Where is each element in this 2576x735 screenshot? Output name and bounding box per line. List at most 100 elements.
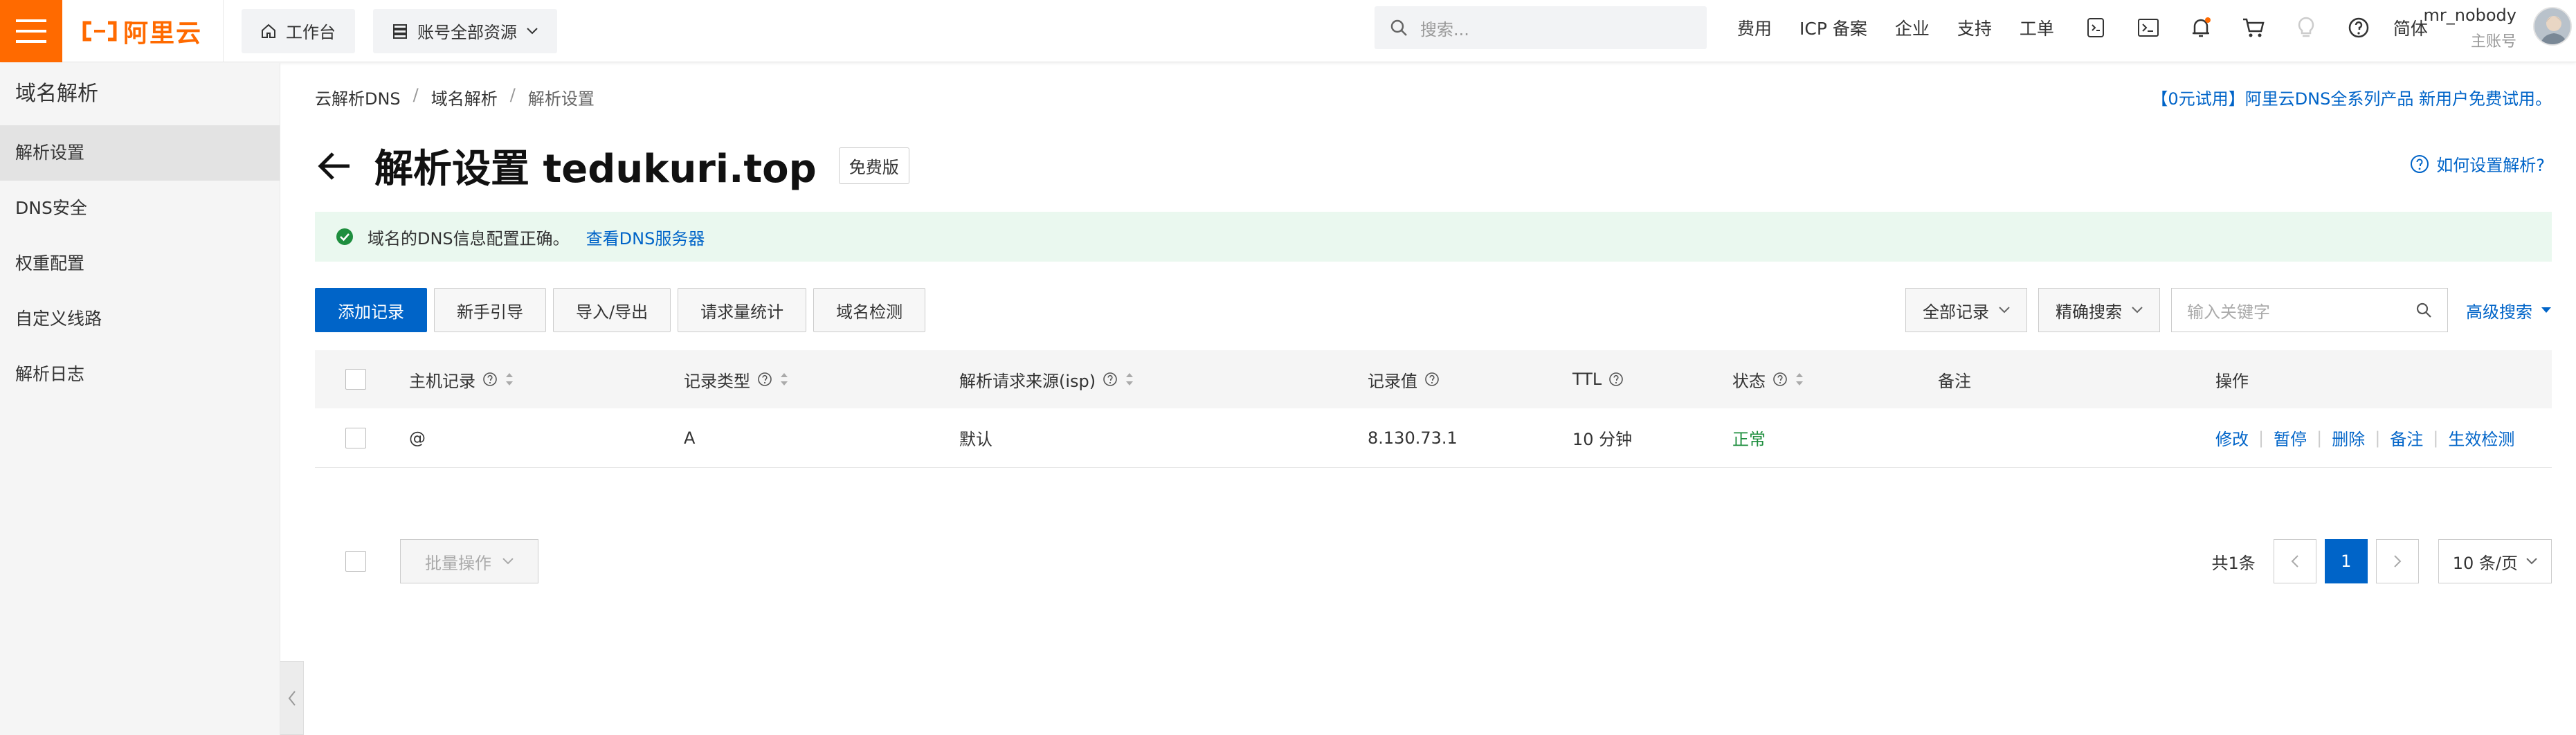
- column-type-label: 记录类型: [684, 371, 750, 391]
- workbench-label: 工作台: [286, 23, 336, 42]
- select-all-checkbox[interactable]: [345, 369, 366, 390]
- request-stats-button[interactable]: 请求量统计: [678, 288, 807, 332]
- help-circle-icon[interactable]: [2345, 14, 2373, 42]
- row-checkbox[interactable]: [345, 427, 366, 448]
- support-link[interactable]: 支持: [1957, 15, 1992, 40]
- icp-filing-link[interactable]: ICP 备案: [1799, 15, 1867, 40]
- breadcrumb-item-domain-resolution[interactable]: 域名解析: [431, 85, 498, 109]
- enterprise-link[interactable]: 企业: [1895, 15, 1930, 40]
- breadcrumb-separator: /: [412, 85, 419, 105]
- breadcrumb: 云解析DNS / 域名解析 / 解析设置: [315, 85, 595, 109]
- free-trial-promo-link[interactable]: 【0元试用】阿里云DNS全系列产品 新用户免费试用。: [2151, 85, 2552, 109]
- total-count: 共1条: [2211, 553, 2256, 573]
- workbench-button[interactable]: 工作台: [242, 8, 356, 53]
- terminal-icon[interactable]: [2134, 14, 2162, 42]
- notification-bell-icon[interactable]: [2187, 14, 2215, 42]
- table-row: @ A 默认 8.130.73.1 10 分钟 正常 修改 | 暂停 | 删除 …: [315, 408, 2552, 468]
- chevron-left-icon: [288, 690, 296, 706]
- advanced-search-label: 高级搜索: [2466, 302, 2532, 322]
- sidebar-item-dns-log[interactable]: 解析日志: [0, 347, 280, 402]
- question-circle-icon[interactable]: [757, 372, 772, 387]
- sidebar-item-dns-security[interactable]: DNS安全: [0, 181, 280, 236]
- question-circle-icon[interactable]: [482, 372, 498, 387]
- breadcrumb-item-cloud-dns[interactable]: 云解析DNS: [315, 85, 401, 109]
- resource-group-selector[interactable]: 账号全部资源: [373, 8, 558, 53]
- page-size-select[interactable]: 10 条/页: [2438, 539, 2552, 583]
- how-to-configure-link[interactable]: 如何设置解析?: [2410, 152, 2545, 176]
- chevron-down-icon: [527, 27, 538, 34]
- action-toolbar: 添加记录 新手引导 导入/导出 请求量统计 域名检测: [315, 288, 926, 332]
- billing-link[interactable]: 费用: [1737, 15, 1772, 40]
- avatar[interactable]: [2533, 7, 2572, 46]
- sort-icon[interactable]: [1125, 370, 1134, 388]
- footer-select-all-checkbox[interactable]: [345, 551, 366, 572]
- divider: |: [2316, 428, 2323, 448]
- beginner-guide-button[interactable]: 新手引导: [434, 288, 546, 332]
- domain-check-button[interactable]: 域名检测: [813, 288, 926, 332]
- alert-message: 域名的DNS信息配置正确。: [368, 228, 570, 248]
- sort-icon[interactable]: [1795, 370, 1804, 388]
- sort-icon[interactable]: [505, 370, 514, 388]
- question-circle-icon: [2411, 154, 2429, 173]
- question-circle-icon[interactable]: [1772, 372, 1788, 387]
- add-record-button[interactable]: 添加记录: [315, 288, 427, 332]
- cell-isp: 默认: [959, 430, 992, 449]
- batch-operations-button[interactable]: 批量操作: [400, 539, 538, 583]
- edit-record-link[interactable]: 修改: [2215, 426, 2249, 450]
- cell-type: A: [684, 428, 696, 448]
- edition-badge: 免费版: [838, 147, 909, 184]
- search-icon: [1390, 19, 1407, 36]
- search-icon[interactable]: [2415, 302, 2432, 318]
- check-circle-icon: [336, 228, 353, 245]
- column-type[interactable]: 记录类型: [684, 350, 789, 408]
- column-isp-label: 解析请求来源(isp): [959, 371, 1096, 391]
- import-export-button[interactable]: 导入/导出: [553, 288, 671, 332]
- chevron-down-icon: [2526, 558, 2537, 565]
- shopping-cart-icon[interactable]: [2240, 14, 2267, 42]
- question-circle-icon[interactable]: [1424, 372, 1440, 387]
- pause-record-link[interactable]: 暂停: [2274, 426, 2307, 450]
- hamburger-menu-icon[interactable]: [0, 0, 62, 62]
- column-isp[interactable]: 解析请求来源(isp): [959, 350, 1134, 408]
- chevron-down-icon: [1999, 307, 2010, 314]
- divider: |: [2433, 428, 2439, 448]
- row-actions: 修改 | 暂停 | 删除 | 备注 | 生效检测: [2215, 408, 2514, 467]
- next-page-button[interactable]: [2375, 539, 2419, 583]
- status-badge: 正常: [1732, 430, 1766, 449]
- question-circle-icon[interactable]: [1608, 372, 1624, 387]
- match-mode-select[interactable]: 精确搜索: [2038, 288, 2160, 332]
- check-effective-link[interactable]: 生效检测: [2448, 426, 2514, 450]
- dns-status-alert: 域名的DNS信息配置正确。 查看DNS服务器: [315, 212, 2552, 262]
- lightbulb-icon[interactable]: [2292, 14, 2320, 42]
- breadcrumb-item-current: 解析设置: [527, 89, 595, 109]
- global-search-input[interactable]: 搜索...: [1375, 6, 1707, 49]
- aliyun-logo[interactable]: 阿里云: [82, 13, 202, 49]
- column-host[interactable]: 主机记录: [409, 350, 514, 408]
- ticket-link[interactable]: 工单: [2020, 15, 2054, 40]
- user-account[interactable]: mr_nobody 主账号: [2422, 6, 2517, 51]
- question-circle-icon[interactable]: [1103, 372, 1118, 387]
- sidebar-item-custom-line[interactable]: 自定义线路: [0, 291, 280, 347]
- home-icon: [262, 24, 276, 38]
- keyword-search-input[interactable]: 输入关键字: [2171, 288, 2448, 332]
- user-name: mr_nobody: [2423, 6, 2517, 25]
- sidebar-item-weight-config[interactable]: 权重配置: [0, 236, 280, 291]
- column-status[interactable]: 状态: [1732, 350, 1804, 408]
- page-size-value: 10 条/页: [2452, 553, 2518, 573]
- back-arrow-icon[interactable]: [315, 147, 354, 185]
- remark-record-link[interactable]: 备注: [2390, 426, 2423, 450]
- view-dns-servers-link[interactable]: 查看DNS服务器: [586, 225, 705, 249]
- row-select-cell: [345, 408, 366, 467]
- prev-page-button[interactable]: [2273, 539, 2316, 583]
- match-mode-value: 精确搜索: [2056, 302, 2122, 322]
- cloud-shell-icon[interactable]: [2082, 14, 2110, 42]
- delete-record-link[interactable]: 删除: [2332, 426, 2365, 450]
- sort-icon[interactable]: [779, 370, 789, 388]
- sidebar-collapse-handle[interactable]: [280, 661, 304, 735]
- advanced-search-toggle[interactable]: 高级搜索: [2466, 298, 2552, 323]
- page-number-button[interactable]: 1: [2324, 539, 2368, 583]
- user-role: 主账号: [2470, 33, 2516, 51]
- cell-ttl: 10 分钟: [1572, 430, 1633, 449]
- sidebar-item-dns-settings[interactable]: 解析设置: [0, 125, 280, 181]
- record-filter-select[interactable]: 全部记录: [1905, 288, 2027, 332]
